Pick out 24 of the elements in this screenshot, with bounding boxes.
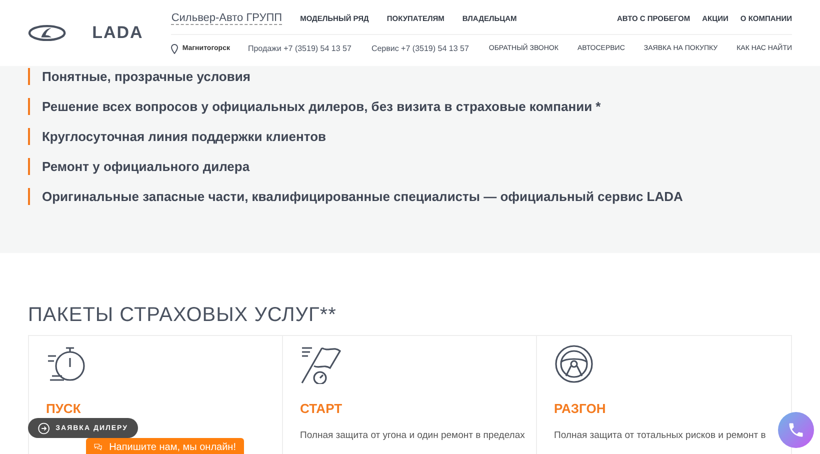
- package-name: СТАРТ: [300, 401, 344, 416]
- stopwatch-icon: [46, 344, 86, 384]
- benefit-item: Круглосуточная линия поддержки клиентов: [28, 128, 792, 145]
- checkered-flag-icon: [300, 344, 342, 384]
- steering-wheel-icon: [554, 344, 594, 384]
- package-name: ПУСК: [46, 401, 82, 416]
- arrow-circle-icon: [38, 422, 50, 434]
- dealer-link[interactable]: Сильвер-Авто ГРУПП: [171, 12, 282, 25]
- benefit-item: Ремонт у официального дилера: [28, 158, 792, 175]
- chat-bubbles-icon: [94, 441, 102, 453]
- benefit-item: Понятные, прозрачные условия: [28, 68, 792, 85]
- package-description: Полная защита от тотальных рисков и ремонт в: [554, 430, 767, 441]
- phone-link[interactable]: Продажи +7 (3519) 54 13 57: [248, 44, 352, 53]
- logo-icon[interactable]: [28, 22, 66, 44]
- section-title: ПАКЕТЫ СТРАХОВЫХ УСЛУГ**: [28, 304, 338, 327]
- benefit-item: Решение всех вопросов у официальных дилеров, без визита в страховые компании *: [28, 98, 792, 115]
- package-description: Полная защита от угона и один ремонт в пределах: [300, 430, 526, 441]
- brand-name: LADA: [92, 23, 144, 43]
- call-button[interactable]: [778, 412, 814, 448]
- package-name: РАЗГОН: [554, 401, 607, 416]
- benefit-item: Оригинальные запасные части, квалифицированные специалисты — официальный сервис LADA: [28, 188, 792, 205]
- phone-link[interactable]: Сервис +7 (3519) 54 13 57: [371, 44, 469, 53]
- location-pin-icon: [171, 44, 178, 54]
- phone-icon: [787, 421, 805, 439]
